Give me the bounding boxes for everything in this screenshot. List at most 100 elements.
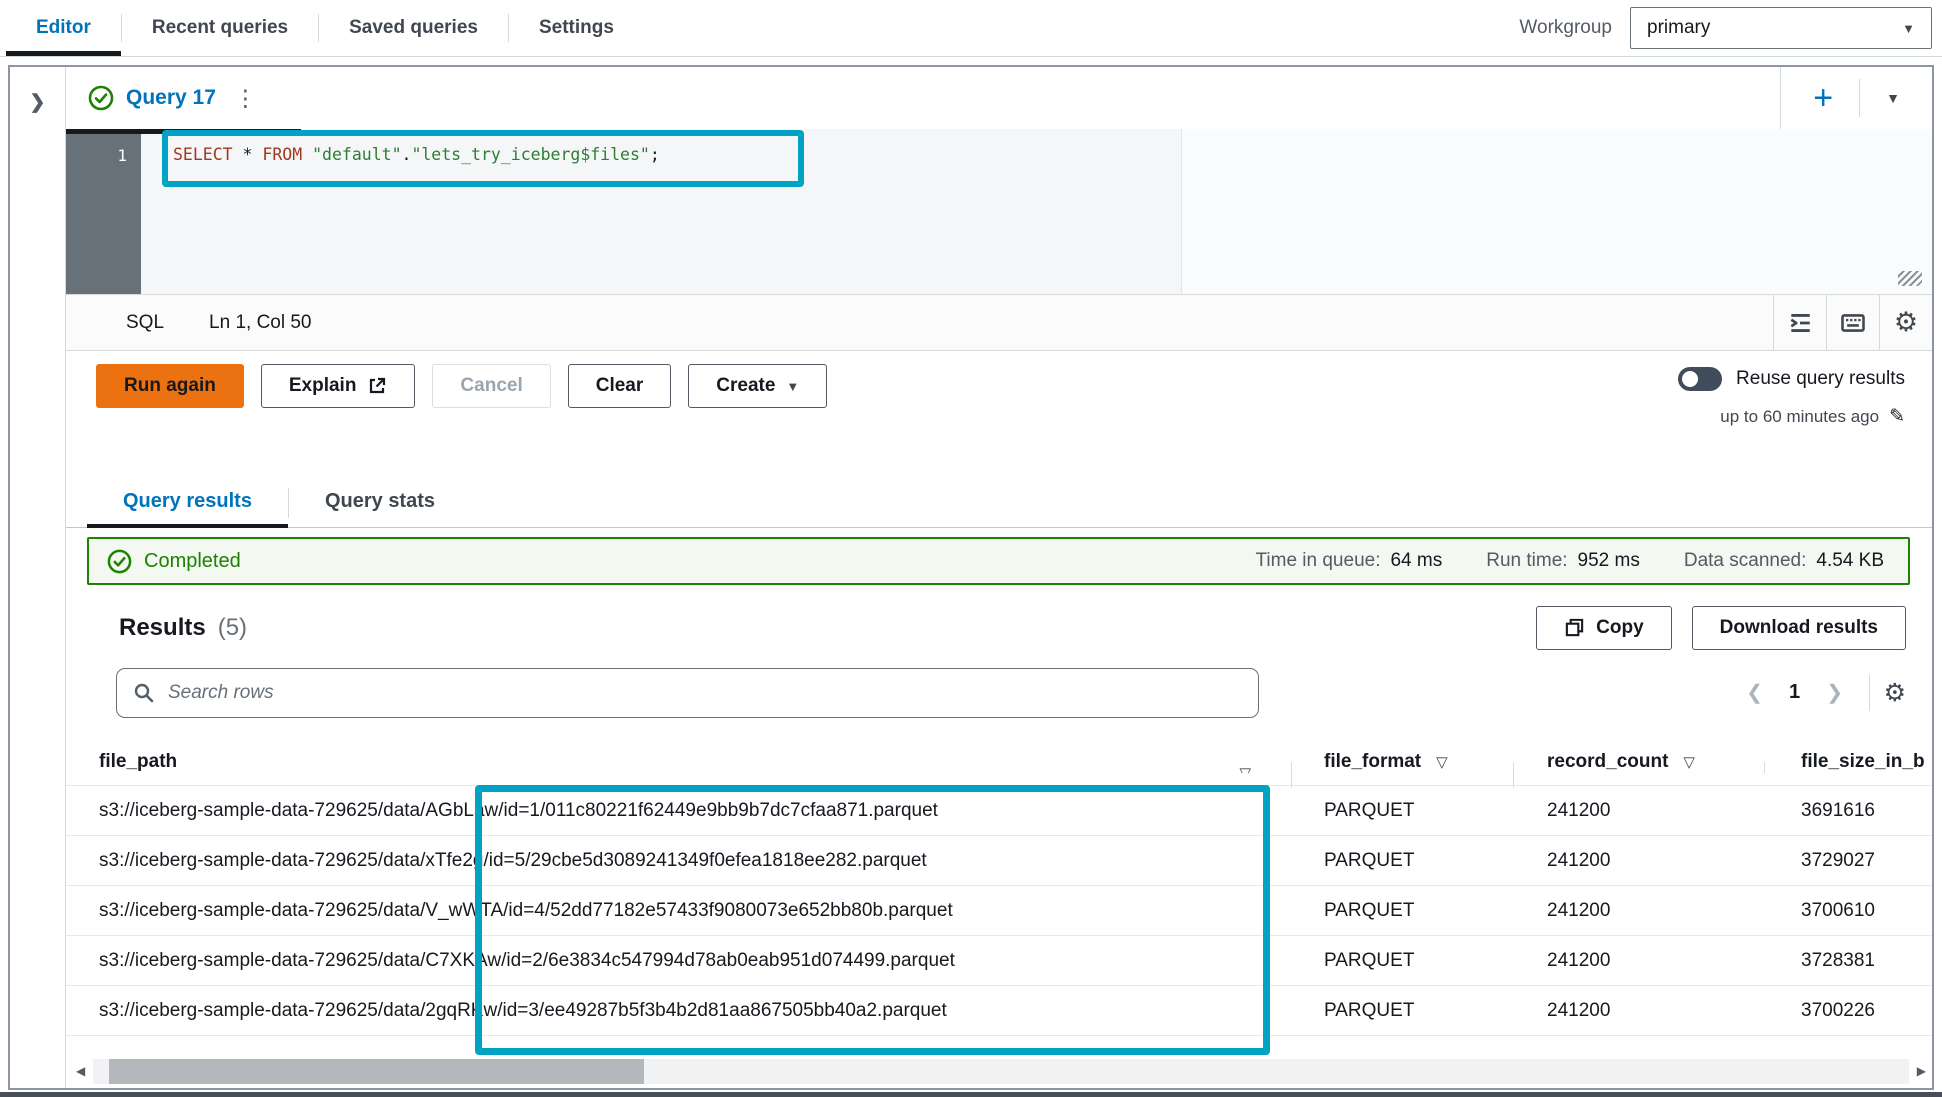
table-row: s3://iceberg-sample-data-729625/data/AGb… <box>66 786 1932 836</box>
results-toolbar: ❮ 1 ❯ ⚙ <box>116 665 1906 720</box>
cell-file-format: PARQUET <box>1291 800 1513 822</box>
divider <box>1513 762 1514 788</box>
scroll-left-icon[interactable]: ◀ <box>76 1064 85 1078</box>
cancel-button: Cancel <box>432 364 550 408</box>
language-indicator: SQL <box>126 312 164 334</box>
sql-statement: SELECT * FROM "default"."lets_try_iceber… <box>173 145 1932 164</box>
cell-record-count: 241200 <box>1513 1000 1764 1022</box>
filter-icon[interactable]: ▽ <box>1239 764 1251 773</box>
cursor-position: Ln 1, Col 50 <box>209 312 311 334</box>
cell-file-size: 3729027 <box>1764 850 1932 872</box>
tab-recent-queries[interactable]: Recent queries <box>122 0 318 56</box>
active-tab-indicator <box>66 129 301 134</box>
editor-status-bar: SQL Ln 1, Col 50 <box>66 294 1932 351</box>
run-again-button[interactable]: Run again <box>96 364 244 408</box>
scroll-right-icon[interactable]: ▶ <box>1917 1064 1926 1078</box>
scrollbar-thumb[interactable] <box>109 1059 644 1084</box>
reuse-query-results-block: Reuse query results up to 60 minutes ago… <box>1678 367 1905 428</box>
cell-record-count: 241200 <box>1513 900 1764 922</box>
status-completed: Completed <box>144 550 241 573</box>
cell-file-format: PARQUET <box>1291 900 1513 922</box>
query-status-banner: Completed Time in queue:64 ms Run time:9… <box>87 537 1910 585</box>
cell-file-format: PARQUET <box>1291 850 1513 872</box>
format-icon <box>1787 310 1813 336</box>
cell-file-size: 3728381 <box>1764 950 1932 972</box>
results-table: file_path ▽ file_format ▽ record_count ▽ <box>66 738 1932 1036</box>
reuse-results-label: Reuse query results <box>1736 368 1905 390</box>
clear-button[interactable]: Clear <box>568 364 672 408</box>
column-header-file-format[interactable]: file_format ▽ <box>1291 751 1513 773</box>
cell-file-size: 3691616 <box>1764 800 1932 822</box>
table-row: s3://iceberg-sample-data-729625/data/2gq… <box>66 986 1932 1036</box>
results-title: Results <box>119 614 206 642</box>
tab-settings[interactable]: Settings <box>509 0 644 56</box>
cell-file-size: 3700226 <box>1764 1000 1932 1022</box>
next-page-button[interactable]: ❯ <box>1815 680 1855 705</box>
editor-settings-button[interactable]: ⚙ <box>1879 295 1932 350</box>
workgroup-select[interactable]: primary ▼ <box>1630 7 1932 49</box>
format-query-button[interactable] <box>1773 295 1826 350</box>
query-tab[interactable]: Query 17 ⋮ <box>88 85 257 112</box>
workgroup-label: Workgroup <box>1519 17 1612 39</box>
edit-pencil-icon[interactable]: ✎ <box>1889 405 1905 428</box>
collapse-panel-rail: ❯ <box>10 67 66 1088</box>
query-stats-summary: Time in queue:64 ms Run time:952 ms Data… <box>1256 550 1885 572</box>
table-row: s3://iceberg-sample-data-729625/data/xTf… <box>66 836 1932 886</box>
cell-file-size: 3700610 <box>1764 900 1932 922</box>
gear-icon: ⚙ <box>1894 307 1918 338</box>
workgroup-selected-value: primary <box>1647 17 1710 39</box>
column-label: record_count <box>1547 751 1668 773</box>
column-header-file-size[interactable]: file_size_in_b <box>1764 751 1932 773</box>
previous-page-button[interactable]: ❮ <box>1735 680 1775 705</box>
scrollbar-track[interactable] <box>93 1059 1909 1084</box>
caret-down-icon: ▼ <box>1902 21 1915 36</box>
cell-file-path: s3://iceberg-sample-data-729625/data/2gq… <box>66 1000 1291 1022</box>
kebab-menu-icon[interactable]: ⋮ <box>234 85 257 112</box>
query-buttons: Run again Explain Cancel Clear Create ▼ <box>96 364 1932 408</box>
table-settings-gear-icon[interactable]: ⚙ <box>1884 678 1906 708</box>
cell-record-count: 241200 <box>1513 950 1764 972</box>
create-label: Create <box>716 375 775 397</box>
copy-label: Copy <box>1596 617 1644 639</box>
reuse-results-toggle[interactable] <box>1678 367 1722 391</box>
stat-value: 4.54 KB <box>1816 550 1884 572</box>
explain-label: Explain <box>289 375 357 397</box>
current-page-number[interactable]: 1 <box>1775 681 1815 704</box>
search-rows-input[interactable] <box>168 682 1242 704</box>
pagination: ❮ 1 ❯ ⚙ <box>1735 675 1906 711</box>
athena-query-editor-screen: Editor Recent queries Saved queries Sett… <box>0 0 1942 1097</box>
expand-panel-icon[interactable]: ❯ <box>30 92 46 113</box>
copy-button[interactable]: Copy <box>1536 606 1672 650</box>
query-tab-title: Query 17 <box>126 86 216 110</box>
tab-saved-queries[interactable]: Saved queries <box>319 0 508 56</box>
explain-button[interactable]: Explain <box>261 364 416 408</box>
column-header-file-path[interactable]: file_path ▽ <box>66 751 1291 773</box>
new-query-tab-button[interactable]: + <box>1813 81 1833 115</box>
keyboard-shortcuts-button[interactable] <box>1826 295 1879 350</box>
create-button[interactable]: Create ▼ <box>688 364 827 408</box>
code-area[interactable]: SELECT * FROM "default"."lets_try_iceber… <box>141 129 1932 294</box>
cell-file-path: s3://iceberg-sample-data-729625/data/xTf… <box>66 850 1291 872</box>
results-header: Results (5) Copy Download results <box>119 600 1906 655</box>
external-link-icon <box>367 376 387 396</box>
tab-query-results[interactable]: Query results <box>87 478 288 528</box>
console-tabs: Editor Recent queries Saved queries Sett… <box>6 0 644 56</box>
tab-editor[interactable]: Editor <box>6 0 121 56</box>
tab-query-stats[interactable]: Query stats <box>289 478 471 528</box>
cell-file-path: s3://iceberg-sample-data-729625/data/AGb… <box>66 800 1291 822</box>
line-number: 1 <box>117 146 127 165</box>
cell-record-count: 241200 <box>1513 800 1764 822</box>
divider <box>1764 762 1765 773</box>
column-label: file_format <box>1324 751 1421 773</box>
tab-list-caret-icon[interactable]: ▼ <box>1886 90 1900 106</box>
column-label: file_size_in_b <box>1801 751 1925 772</box>
query-tab-actions: + ▼ <box>1780 67 1932 129</box>
table-row: s3://iceberg-sample-data-729625/data/V_w… <box>66 886 1932 936</box>
filter-icon[interactable]: ▽ <box>1436 753 1448 771</box>
editor-resize-handle-icon[interactable] <box>1898 271 1922 286</box>
stat-value: 952 ms <box>1578 550 1640 572</box>
filter-icon[interactable]: ▽ <box>1683 753 1695 771</box>
column-header-record-count[interactable]: record_count ▽ <box>1513 751 1764 773</box>
column-label: file_path <box>99 751 177 772</box>
download-results-button[interactable]: Download results <box>1692 606 1906 650</box>
